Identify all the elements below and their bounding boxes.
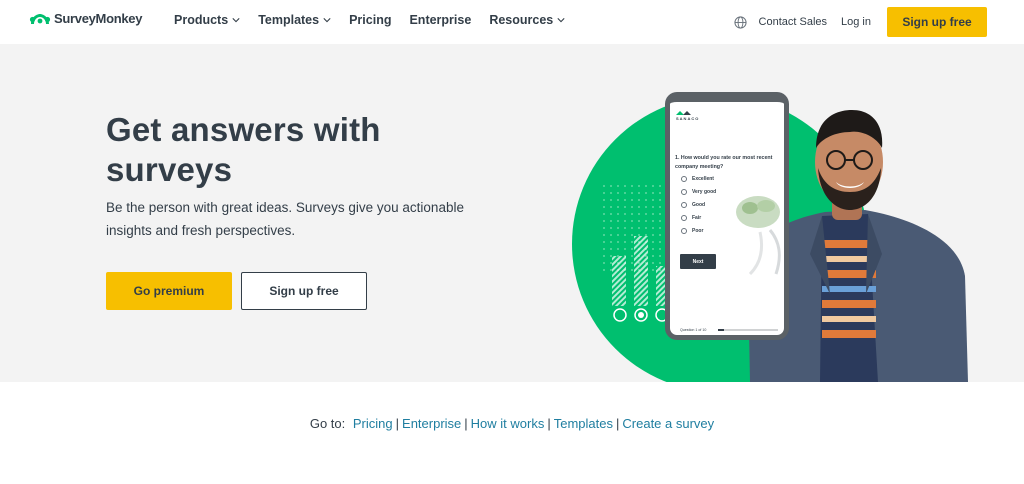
shirt-stripe [822,300,876,308]
progress-label: Question 1 of 10 [680,328,707,332]
radio-icon [681,215,687,221]
goto-prefix: Go to: [309,416,346,431]
login-link[interactable]: Log in [841,16,871,28]
separator: | [395,416,400,431]
option-label: Very good [692,189,717,195]
plant-image [736,196,781,276]
goto-links: Go to: Pricing | Enterprise | How it works | T… [0,416,1024,431]
surveymonkey-logo[interactable]: SurveyMonkey [29,11,142,26]
survey-question: 1. How would you rate our most recent co… [675,155,773,170]
survey-option[interactable]: Fair [681,215,701,221]
chevron-down-icon [557,18,565,23]
nav-item-templates[interactable]: Templates [258,13,331,27]
nav-item-label: Products [174,13,229,27]
radio-icon [681,228,687,234]
radio-icon [681,176,687,182]
option-label: Poor [692,228,704,234]
progress-bar [718,329,778,331]
hero-section: Get answers with surveys Be the person w… [0,44,1024,382]
goto-link-templates[interactable]: Templates [554,416,613,431]
globe-icon[interactable] [733,15,747,29]
top-navigation: SurveyMonkey Products Templates Pricing … [0,0,1024,44]
hero-subtitle: Be the person with great ideas. Surveys … [106,200,464,238]
survey-option[interactable]: Excellent [681,176,714,182]
survey-option[interactable]: Good [681,202,705,208]
nav-item-enterprise[interactable]: Enterprise [409,13,471,27]
nav-item-label: Enterprise [409,13,472,27]
separator: | [547,416,551,431]
nav-item-label: Resources [489,13,554,27]
goto-link-pricing[interactable]: Pricing [353,416,393,431]
go-premium-button[interactable]: Go premium [106,272,232,310]
nav-item-products[interactable]: Products [174,13,240,27]
nav-item-resources[interactable]: Resources [489,13,565,27]
surveymonkey-logo-icon [29,13,51,24]
logo-text: SurveyMonkey [54,11,143,26]
chart-bar [634,236,648,306]
radio-icon [681,189,687,195]
radio-icon [681,202,687,208]
survey-option[interactable]: Poor [681,228,703,234]
chart-bar [612,256,626,306]
signup-button[interactable]: Sign up free [887,7,987,37]
separator: | [464,416,468,431]
main-menu: Products Templates Pricing Enterprise Re… [174,13,583,27]
separator: | [616,416,620,431]
carousel-dot-active-inner [638,312,644,318]
option-label: Good [692,202,706,208]
hero-signup-button[interactable]: Sign up free [241,272,367,310]
progress-bar-fill [718,329,724,331]
survey-option[interactable]: Very good [681,189,716,195]
chevron-down-icon [232,18,240,23]
option-label: Fair [692,215,702,221]
nav-item-pricing[interactable]: Pricing [349,13,391,27]
shirt-stripe [822,316,876,322]
nav-right-actions: Contact Sales Log in Sign up free [733,7,987,37]
contact-sales-link[interactable]: Contact Sales [759,16,827,28]
shirt-stripe [822,330,876,338]
phone-mockup: SANACO 1. How would you rate our most re… [665,92,789,340]
nav-item-label: Pricing [349,13,392,27]
next-button[interactable]: Next [680,254,716,269]
nav-item-label: Templates [258,13,320,27]
option-label: Excellent [692,176,714,182]
goto-link-create-survey[interactable]: Create a survey [622,416,714,431]
goto-link-how-it-works[interactable]: How it works [471,416,545,431]
goto-link-enterprise[interactable]: Enterprise [402,416,461,431]
chevron-down-icon [323,18,331,23]
survey-brand: SANACO [676,116,700,121]
hero-title: Get answers with surveys [106,111,381,188]
